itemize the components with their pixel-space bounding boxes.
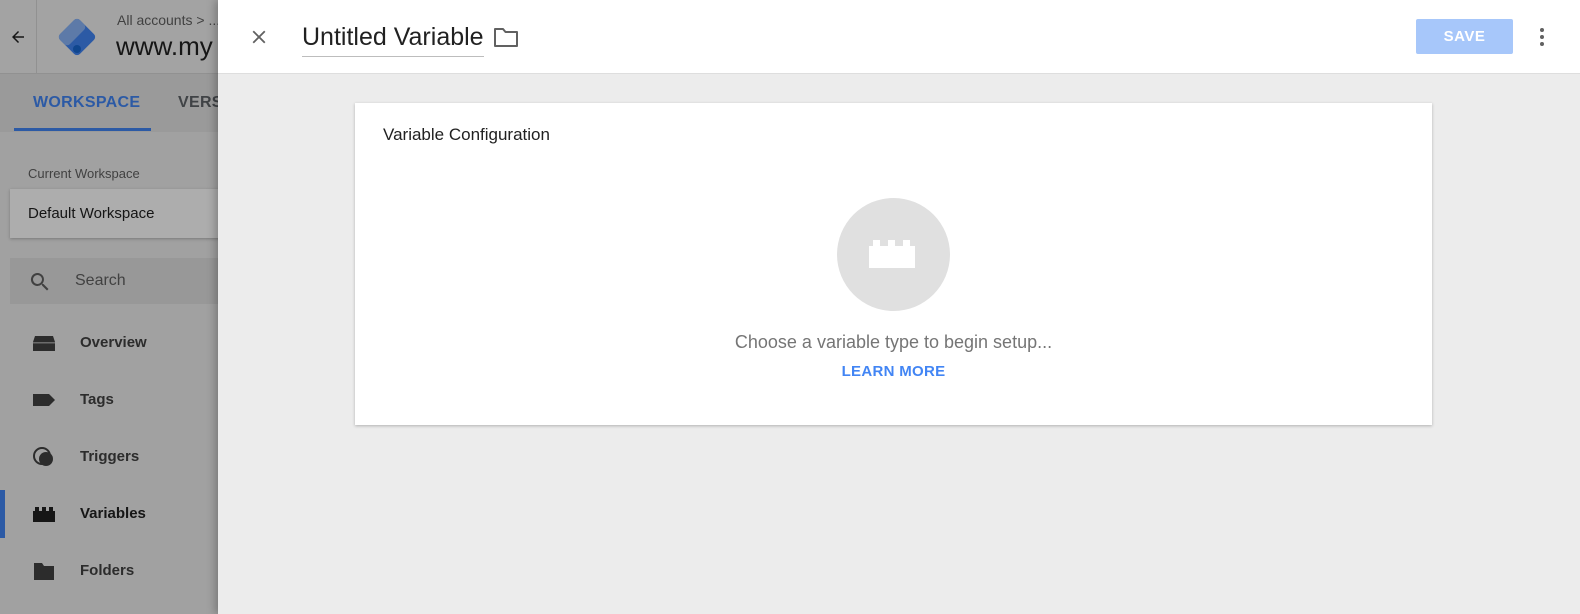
- learn-more-link[interactable]: LEARN MORE: [355, 363, 1432, 380]
- more-vert-icon: [1540, 28, 1544, 32]
- modal-scrim[interactable]: [0, 0, 218, 614]
- save-button[interactable]: SAVE: [1416, 19, 1513, 54]
- choose-variable-type-button[interactable]: [837, 198, 950, 311]
- close-button[interactable]: [242, 20, 276, 54]
- variable-block-icon: [869, 240, 915, 268]
- close-icon: [252, 30, 266, 44]
- variable-editor-sheet: Untitled Variable SAVE Variable Configur…: [218, 0, 1580, 614]
- variable-title: Untitled Variable: [302, 23, 484, 51]
- variable-name-field[interactable]: Untitled Variable: [302, 20, 484, 57]
- sheet-header: Untitled Variable SAVE: [218, 0, 1580, 74]
- card-title: Variable Configuration: [383, 125, 550, 144]
- folder-button[interactable]: [492, 25, 520, 49]
- more-options-button[interactable]: [1530, 20, 1554, 54]
- variable-configuration-card[interactable]: Variable Configuration Choose a variable…: [355, 103, 1432, 425]
- folder-outline-icon: [494, 28, 518, 47]
- choose-type-prompt: Choose a variable type to begin setup...: [734, 332, 1053, 352]
